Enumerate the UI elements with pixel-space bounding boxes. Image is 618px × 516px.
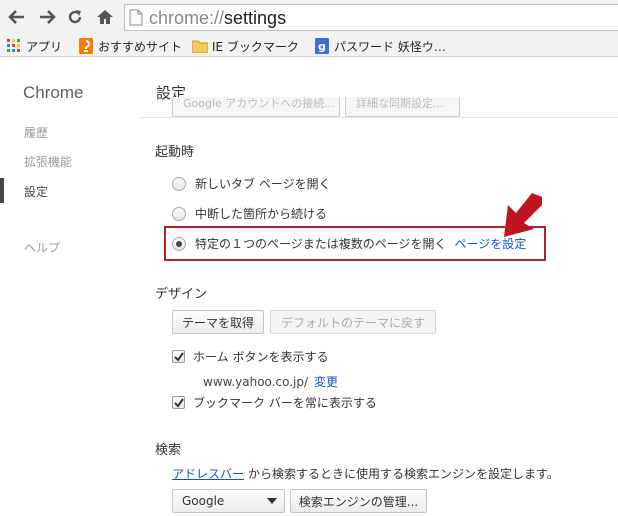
section-title-search: 検索 (155, 443, 182, 458)
g-page-icon: g (314, 38, 330, 54)
reload-icon[interactable] (64, 6, 86, 28)
back-icon[interactable] (6, 6, 28, 28)
suggest-site-icon (78, 38, 94, 54)
folder-icon (192, 38, 208, 54)
sidebar-item-settings[interactable]: 設定 (24, 183, 48, 200)
change-home-link[interactable]: 変更 (314, 375, 338, 389)
search-engine-select[interactable]: Google (172, 489, 285, 513)
get-themes-button[interactable]: テーマを取得 (172, 310, 264, 334)
sidebar-selected-marker (0, 178, 4, 203)
radio-button-checked[interactable] (172, 236, 186, 251)
address-url: chrome://settings (149, 8, 287, 28)
bookmark-label: アプリ (26, 39, 63, 54)
checkbox-label: ブックマーク バーを常に表示する (193, 396, 377, 410)
radio-label: 中断した箇所から続ける (195, 207, 328, 221)
show-bookmarks-bar-option[interactable]: ブックマーク バーを常に表示する (172, 394, 377, 411)
omnibox-link[interactable]: アドレスバー (172, 467, 244, 481)
bookmark-apps[interactable]: アプリ (6, 36, 62, 56)
advanced-sync-button[interactable]: 詳細な同期設定... (345, 97, 460, 117)
checkbox-checked[interactable] (172, 396, 185, 409)
sidebar-item-history[interactable]: 履歴 (24, 124, 48, 141)
radio-label: 特定の１つのページまたは複数のページを開く (195, 237, 447, 251)
startup-option-specific-pages[interactable]: 特定の１つのページまたは複数のページを開く ページを設定 (172, 235, 526, 252)
annotation-arrow-icon (502, 193, 546, 242)
sidebar-title: Chrome (23, 83, 84, 102)
search-engine-selected: Google (182, 494, 225, 508)
home-icon[interactable] (94, 6, 116, 28)
bookmark-label: パスワード 妖怪ウ… (334, 39, 446, 54)
reset-theme-button[interactable]: デフォルトのテーマに戻す (270, 310, 436, 334)
reset-theme-button-label: デフォルトのテーマに戻す (280, 315, 425, 330)
get-themes-button-label: テーマを取得 (181, 315, 254, 330)
bookmark-label: おすすめサイト (98, 39, 183, 54)
show-home-button-option[interactable]: ホーム ボタンを表示する (172, 348, 328, 365)
startup-option-continue[interactable]: 中断した箇所から続ける (172, 205, 327, 222)
startup-option-new-tab[interactable]: 新しいタブ ページを開く (172, 175, 331, 192)
manage-search-engines-label: 検索エンジンの管理... (298, 494, 419, 509)
sign-in-button-label: Google アカウントへの接続... (183, 97, 335, 110)
checkbox-checked[interactable] (172, 350, 185, 363)
section-title-startup: 起動時 (155, 145, 195, 160)
header-divider (140, 117, 618, 118)
dropdown-arrow-icon (267, 498, 277, 504)
bookmark-password-page[interactable]: g パスワード 妖怪ウ… (314, 36, 446, 56)
bookmarks-bar: アプリ おすすめサイト IE ブックマーク g パスワード 妖怪ウ… (0, 35, 618, 57)
forward-icon[interactable] (36, 6, 58, 28)
page-icon (129, 9, 143, 29)
address-bar[interactable]: chrome://settings (124, 4, 618, 31)
sidebar-item-help[interactable]: ヘルプ (24, 239, 60, 256)
checkbox-label: ホーム ボタンを表示する (193, 350, 329, 364)
bookmark-label: IE ブックマーク (212, 39, 299, 54)
bookmark-ie-folder[interactable]: IE ブックマーク (192, 36, 299, 56)
manage-search-engines-button[interactable]: 検索エンジンの管理... (290, 489, 427, 513)
radio-button[interactable] (172, 176, 186, 191)
advanced-sync-button-label: 詳細な同期設定... (356, 97, 444, 110)
home-url-text: www.yahoo.co.jp/ (203, 375, 309, 389)
browser-toolbar: chrome://settings (0, 0, 618, 35)
home-page-url: www.yahoo.co.jp/変更 (203, 373, 338, 390)
radio-button[interactable] (172, 206, 186, 221)
search-description-text: から検索するときに使用する検索エンジンを設定します。 (248, 467, 559, 481)
radio-label: 新しいタブ ページを開く (195, 177, 331, 191)
sidebar-item-extensions[interactable]: 拡張機能 (24, 153, 72, 170)
search-description: アドレスバー から検索するときに使用する検索エンジンを設定します。 (172, 465, 559, 482)
section-title-design: デザイン (155, 287, 208, 302)
svg-text:g: g (318, 40, 326, 53)
bookmark-suggested-sites[interactable]: おすすめサイト (78, 36, 182, 56)
apps-grid-icon (6, 38, 22, 54)
sign-in-button[interactable]: Google アカウントへの接続... (172, 97, 340, 117)
